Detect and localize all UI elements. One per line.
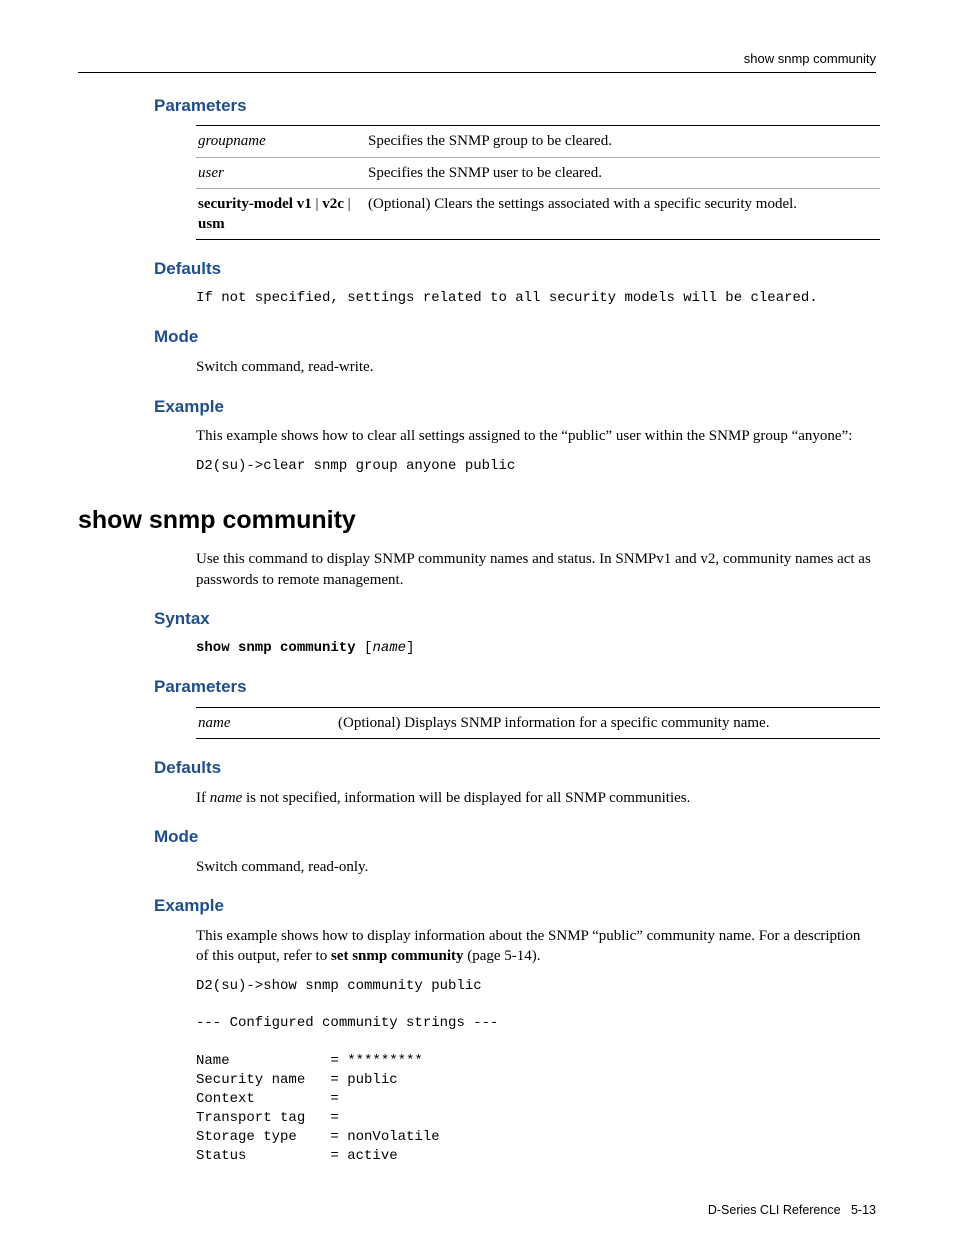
parameters-table-2: name (Optional) Displays SNMP informatio… [196,707,880,739]
page-footer: D-Series CLI Reference 5-13 [78,1202,876,1219]
syntax-line: show snmp community [name] [196,639,876,658]
example-bold: set snmp community [331,948,464,964]
defaults-text: If not specified, settings related to al… [196,289,876,308]
param-name: security-model v1 | v2c | usm [196,188,366,240]
defaults-heading: Defaults [154,258,876,281]
command-title: show snmp community [78,504,876,538]
footer-page: 5-13 [851,1203,876,1217]
example-heading-2: Example [154,895,876,918]
parameters-table-1: groupname Specifies the SNMP group to be… [196,125,880,240]
param-name: user [198,165,224,181]
mode-text-2: Switch command, read-only. [196,857,876,877]
defaults-pre: If [196,790,210,806]
example-post: (page 5-14). [464,948,541,964]
table-row: groupname Specifies the SNMP group to be… [196,126,880,157]
syntax-bracket: ] [406,640,414,656]
table-row: name (Optional) Displays SNMP informatio… [196,707,880,738]
parameters-heading: Parameters [154,95,876,118]
defaults-heading-2: Defaults [154,757,876,780]
example-output: D2(su)->show snmp community public --- C… [196,977,876,1166]
command-intro: Use this command to display SNMP communi… [196,549,876,590]
param-desc: Specifies the SNMP user to be cleared. [366,157,880,188]
mode-heading-2: Mode [154,826,876,849]
defaults-text-2: If name is not specified, information wi… [196,788,876,808]
param-desc: (Optional) Displays SNMP information for… [336,707,880,738]
param-desc: Specifies the SNMP group to be cleared. [366,126,880,157]
defaults-italic: name [210,790,243,806]
example-heading: Example [154,396,876,419]
param-desc: (Optional) Clears the settings associate… [366,188,880,240]
defaults-post: is not specified, information will be di… [242,790,690,806]
syntax-bracket: [ [356,640,373,656]
example-code: D2(su)->clear snmp group anyone public [196,457,876,476]
table-row: security-model v1 | v2c | usm (Optional)… [196,188,880,240]
footer-title: D-Series CLI Reference [708,1203,841,1217]
syntax-heading: Syntax [154,608,876,631]
mode-text: Switch command, read-write. [196,357,876,377]
table-row: user Specifies the SNMP user to be clear… [196,157,880,188]
param-name-part: security-model v1 [198,196,312,212]
syntax-bold: show snmp community [196,640,356,656]
parameters-heading-2: Parameters [154,676,876,699]
syntax-arg: name [372,640,406,656]
param-name: groupname [198,133,266,149]
param-name-part: usm [198,216,225,232]
param-name-part: v2c [322,196,344,212]
example-text: This example shows how to clear all sett… [196,426,876,446]
running-header: show snmp community [78,50,876,73]
param-name: name [198,715,231,731]
mode-heading: Mode [154,326,876,349]
param-name-sep: | [344,196,351,212]
param-name-sep: | [312,196,323,212]
example-text-2: This example shows how to display inform… [196,926,876,967]
